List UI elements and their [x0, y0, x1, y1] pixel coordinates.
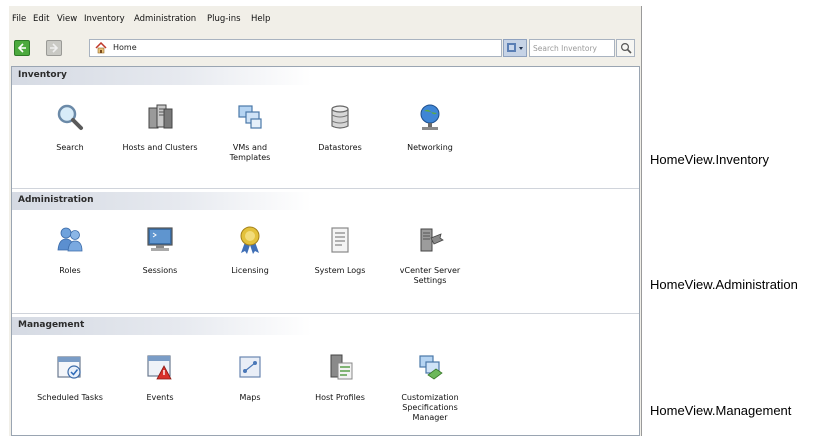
magnifier-icon [57, 104, 83, 130]
tile-maps[interactable]: Maps [205, 351, 295, 403]
tile-label: System Logs [314, 266, 366, 275]
home-view-panel: Inventory Search Hosts and Clusters VMs … [11, 66, 640, 436]
caption-inventory: HomeView.Inventory [650, 152, 769, 167]
tile-customization-specifications-manager[interactable]: Customization Specifications Manager [385, 351, 475, 423]
inventory-scope-icon [507, 43, 523, 52]
datastore-icon [331, 105, 349, 129]
tile-system-logs[interactable]: System Logs [295, 224, 385, 276]
tile-label: Hosts and Clusters [122, 143, 198, 152]
tile-label: Maps [239, 393, 261, 402]
menu-file[interactable]: File [12, 14, 26, 24]
tile-hosts-and-clusters[interactable]: Hosts and Clusters [115, 101, 205, 153]
section-inventory: Inventory Search Hosts and Clusters VMs … [12, 67, 639, 189]
tile-vms-and-templates[interactable]: VMs and Templates [205, 101, 295, 163]
section-divider [12, 313, 639, 314]
address-bar[interactable]: Home [89, 39, 502, 57]
scheduled-tasks-icon [57, 356, 81, 379]
arrow-left-icon [17, 43, 26, 53]
tile-label: Scheduled Tasks [37, 393, 103, 402]
server-settings-icon [420, 228, 444, 252]
search-icon [620, 42, 632, 54]
log-document-icon [331, 227, 349, 253]
tile-events[interactable]: Events [115, 351, 205, 403]
back-button[interactable] [14, 40, 30, 56]
tile-label: Roles [59, 266, 81, 275]
tile-label: VMs and Templates [229, 143, 271, 162]
vsphere-client-window: File Edit View Inventory Administration … [9, 6, 642, 436]
menu-administration[interactable]: Administration [134, 14, 196, 24]
tile-label: Events [146, 393, 174, 402]
events-alert-icon [147, 355, 172, 380]
vm-templates-icon [238, 105, 262, 129]
menu-bar: File Edit View Inventory Administration … [9, 6, 642, 32]
section-header: Administration [12, 192, 312, 210]
tile-host-profiles[interactable]: Host Profiles [295, 351, 385, 403]
tile-scheduled-tasks[interactable]: Scheduled Tasks [25, 351, 115, 403]
arrow-right-icon [50, 43, 59, 53]
menu-inventory[interactable]: Inventory [84, 14, 125, 24]
section-divider [12, 188, 639, 189]
users-roles-icon [57, 227, 83, 252]
section-header: Management [12, 317, 312, 335]
tile-search[interactable]: Search [25, 101, 115, 153]
section-header: Inventory [12, 67, 312, 85]
forward-button[interactable] [46, 40, 62, 56]
menu-edit[interactable]: Edit [33, 14, 49, 24]
network-globe-icon [420, 104, 440, 130]
customization-spec-icon [419, 355, 443, 380]
tile-vcenter-server-settings[interactable]: vCenter Server Settings [385, 224, 475, 286]
section-administration: Administration Roles Sessions Licensing … [12, 192, 639, 314]
tile-licensing[interactable]: Licensing [205, 224, 295, 276]
tile-networking[interactable]: Networking [385, 101, 475, 153]
monitor-session-icon [147, 227, 173, 251]
tile-label: Datastores [318, 143, 362, 152]
tile-label: Networking [407, 143, 453, 152]
tile-label: Host Profiles [315, 393, 365, 402]
search-inventory-input[interactable] [529, 39, 615, 57]
tile-roles[interactable]: Roles [25, 224, 115, 276]
host-profiles-icon [330, 354, 353, 380]
tile-label: Sessions [142, 266, 178, 275]
section-title: Administration [18, 195, 94, 205]
search-button[interactable] [616, 39, 635, 57]
caption-administration: HomeView.Administration [650, 277, 798, 292]
tile-datastores[interactable]: Datastores [295, 101, 385, 153]
tile-sessions[interactable]: Sessions [115, 224, 205, 276]
license-badge-icon [240, 226, 260, 254]
tile-label: Search [56, 143, 84, 152]
caption-management: HomeView.Management [650, 403, 792, 418]
tile-label: Licensing [231, 266, 269, 275]
server-cluster-icon [148, 104, 173, 129]
search-scope-dropdown[interactable] [503, 39, 527, 57]
menu-help[interactable]: Help [251, 14, 270, 24]
tile-label: vCenter Server Settings [399, 266, 461, 285]
section-management: Management Scheduled Tasks Events Maps H… [12, 317, 639, 435]
section-title: Management [18, 320, 85, 330]
section-title: Inventory [18, 70, 67, 80]
menu-view[interactable]: View [57, 14, 77, 24]
address-text: Home [113, 43, 137, 52]
maps-icon [239, 356, 261, 378]
home-icon [95, 42, 107, 54]
search-box [503, 39, 638, 57]
navigation-toolbar: Home [9, 34, 642, 64]
tile-label: Customization Specifications Manager [401, 393, 459, 422]
menu-plugins[interactable]: Plug-ins [207, 14, 241, 24]
